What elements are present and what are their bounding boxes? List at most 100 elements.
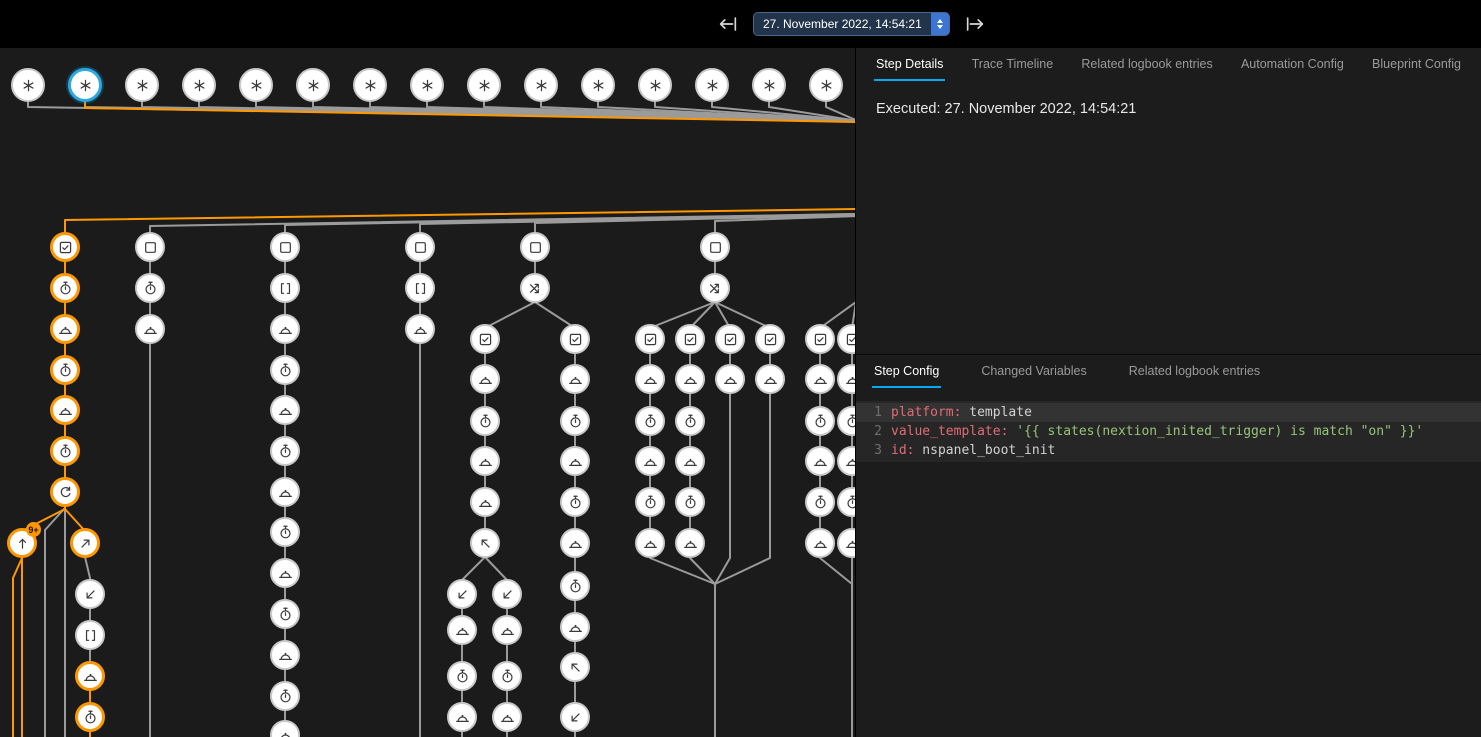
tab-changed-variables[interactable]: Changed Variables	[979, 355, 1088, 388]
service-node[interactable]	[470, 446, 500, 476]
arrow-down-left-node[interactable]	[75, 579, 105, 609]
service-node[interactable]	[560, 528, 590, 558]
trigger-node[interactable]	[182, 68, 216, 102]
stopwatch-node[interactable]	[50, 273, 80, 303]
trigger-node[interactable]	[125, 68, 159, 102]
service-node[interactable]	[270, 720, 300, 737]
trigger-node[interactable]	[11, 68, 45, 102]
arrow-up-right-node[interactable]	[70, 528, 100, 558]
square-node[interactable]	[520, 232, 550, 262]
stopwatch-node[interactable]	[270, 599, 300, 629]
brackets-node[interactable]	[405, 273, 435, 303]
service-node[interactable]	[447, 702, 477, 732]
square-node[interactable]	[135, 232, 165, 262]
service-node[interactable]	[447, 615, 477, 645]
service-node[interactable]	[560, 446, 590, 476]
stopwatch-node[interactable]	[560, 406, 590, 436]
stopwatch-node[interactable]	[270, 436, 300, 466]
service-node[interactable]	[270, 314, 300, 344]
repeat-node[interactable]	[50, 477, 80, 507]
stopwatch-node[interactable]	[675, 487, 705, 517]
trigger-node[interactable]	[467, 68, 501, 102]
brackets-node[interactable]	[270, 273, 300, 303]
trigger-node[interactable]	[752, 68, 786, 102]
stopwatch-node[interactable]	[492, 661, 522, 691]
trigger-node[interactable]	[296, 68, 330, 102]
stopwatch-node[interactable]	[805, 487, 835, 517]
service-node[interactable]	[135, 314, 165, 344]
service-node[interactable]	[492, 702, 522, 732]
parallel-node[interactable]	[520, 273, 550, 303]
service-node[interactable]	[50, 314, 80, 344]
service-node[interactable]	[805, 528, 835, 558]
tab-step-details[interactable]: Step Details	[874, 48, 945, 81]
stopwatch-node[interactable]	[50, 355, 80, 385]
condition-node[interactable]	[755, 324, 785, 354]
condition-node[interactable]	[715, 324, 745, 354]
service-node[interactable]	[270, 395, 300, 425]
arrow-down-left-node[interactable]	[447, 579, 477, 609]
arrow-down-left-node[interactable]	[492, 579, 522, 609]
service-node[interactable]	[75, 661, 105, 691]
condition-node[interactable]	[560, 324, 590, 354]
tab-related-logbook-entries[interactable]: Related logbook entries	[1079, 48, 1214, 81]
stopwatch-node[interactable]	[837, 487, 855, 517]
trigger-node[interactable]	[524, 68, 558, 102]
service-node[interactable]	[715, 364, 745, 394]
service-node[interactable]	[492, 615, 522, 645]
next-run-button[interactable]	[963, 12, 987, 36]
service-node[interactable]	[270, 558, 300, 588]
service-node[interactable]	[635, 528, 665, 558]
branch-node[interactable]	[470, 528, 500, 558]
tab-automation-config[interactable]: Automation Config	[1239, 48, 1346, 81]
stopwatch-node[interactable]	[447, 661, 477, 691]
trigger-node[interactable]	[239, 68, 273, 102]
condition-node[interactable]	[675, 324, 705, 354]
square-node[interactable]	[700, 232, 730, 262]
service-node[interactable]	[675, 446, 705, 476]
stopwatch-node[interactable]	[560, 571, 590, 601]
condition-node[interactable]	[50, 232, 80, 262]
tab-related-logbook-entries[interactable]: Related logbook entries	[1127, 355, 1262, 388]
previous-run-button[interactable]	[716, 12, 740, 36]
service-node[interactable]	[837, 528, 855, 558]
arrow-down-left-node[interactable]	[560, 702, 590, 732]
service-node[interactable]	[50, 395, 80, 425]
stopwatch-node[interactable]	[560, 487, 590, 517]
service-node[interactable]	[675, 528, 705, 558]
condition-node[interactable]	[635, 324, 665, 354]
service-node[interactable]	[837, 364, 855, 394]
service-node[interactable]	[675, 364, 705, 394]
service-node[interactable]	[560, 612, 590, 642]
square-node[interactable]	[270, 232, 300, 262]
trigger-node[interactable]	[353, 68, 387, 102]
service-node[interactable]	[560, 364, 590, 394]
trigger-node[interactable]	[695, 68, 729, 102]
brackets-node[interactable]	[75, 620, 105, 650]
trigger-node[interactable]	[638, 68, 672, 102]
stopwatch-node[interactable]	[635, 406, 665, 436]
service-node[interactable]	[805, 364, 835, 394]
trigger-node[interactable]	[581, 68, 615, 102]
service-node[interactable]	[270, 477, 300, 507]
branch-node[interactable]	[560, 652, 590, 682]
stopwatch-node[interactable]	[270, 681, 300, 711]
condition-node[interactable]	[470, 324, 500, 354]
stopwatch-node[interactable]	[805, 406, 835, 436]
service-node[interactable]	[837, 446, 855, 476]
tab-step-config[interactable]: Step Config	[872, 355, 941, 388]
service-node[interactable]	[635, 446, 665, 476]
stopwatch-node[interactable]	[270, 355, 300, 385]
service-node[interactable]	[805, 446, 835, 476]
trigger-node[interactable]	[68, 68, 102, 102]
trigger-node[interactable]	[410, 68, 444, 102]
stopwatch-node[interactable]	[635, 487, 665, 517]
parallel-node[interactable]	[700, 273, 730, 303]
stopwatch-node[interactable]	[270, 517, 300, 547]
service-node[interactable]	[635, 364, 665, 394]
service-node[interactable]	[270, 640, 300, 670]
square-node[interactable]	[405, 232, 435, 262]
stopwatch-node[interactable]	[75, 702, 105, 732]
stopwatch-node[interactable]	[470, 406, 500, 436]
stopwatch-node[interactable]	[837, 406, 855, 436]
